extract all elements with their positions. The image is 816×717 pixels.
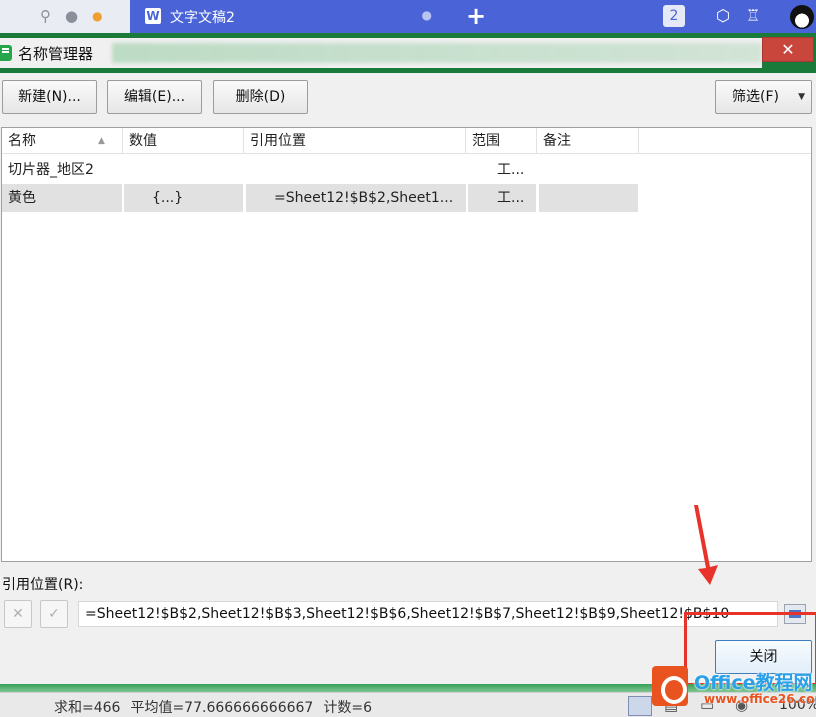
cancel-edit-icon[interactable]: ✕ xyxy=(4,600,32,628)
column-header-comment[interactable]: 备注 xyxy=(537,128,639,154)
tab-status-dot-icon[interactable]: ● xyxy=(422,8,432,22)
status-bar: 求和=466 平均值=77.666666666667 计数=6 ▤ ▭ ◉ 10… xyxy=(0,692,816,717)
column-header-value[interactable]: 数值 xyxy=(123,128,244,154)
refers-to-input[interactable]: =Sheet12!$B$2,Sheet12!$B$3,Sheet12!$B$6,… xyxy=(78,601,778,627)
browser-tab-bar: ⚲ ● ● W 文字文稿2 ● + 2 ⬡ ♖ xyxy=(0,0,816,33)
list-item-value: {...} xyxy=(152,190,184,206)
list-item-name: 切片器_地区2 xyxy=(8,162,94,178)
list-item-selected[interactable]: 黄色 {...} =Sheet12!$B$2,Sheet1... 工... xyxy=(2,184,811,212)
spreadsheet-app-icon xyxy=(0,45,12,61)
office-logo-icon xyxy=(652,666,688,706)
annotation-arrow-icon xyxy=(694,505,718,585)
refers-to-label: 引用位置(R): xyxy=(2,577,84,593)
column-header-name-label: 名称 xyxy=(8,133,36,149)
dialog-title: 名称管理器 xyxy=(18,45,94,63)
list-item-name: 黄色 xyxy=(8,190,36,206)
filter-button[interactable]: 筛选(F) ▼ xyxy=(715,80,812,114)
names-list[interactable]: 名称 ▲ 数值 引用位置 范围 备注 切片器_地区2 工... 黄色 {...}… xyxy=(1,127,812,562)
new-tab-plus-icon[interactable]: + xyxy=(466,2,486,30)
dialog-close-icon[interactable]: ✕ xyxy=(762,37,814,62)
delete-name-button[interactable]: 删除(D) xyxy=(213,80,308,114)
column-header-scope[interactable]: 范围 xyxy=(466,128,537,154)
share-icon[interactable]: ⬡ xyxy=(716,6,730,25)
window-count-badge[interactable]: 2 xyxy=(663,5,685,27)
list-item-ref: =Sheet12!$B$2,Sheet1... xyxy=(274,190,454,206)
list-item-scope: 工... xyxy=(497,190,525,206)
writer-doc-icon: W xyxy=(145,8,161,24)
confirm-edit-icon[interactable]: ✓ xyxy=(40,600,68,628)
new-name-button[interactable]: 新建(N)... xyxy=(2,80,97,114)
list-item-note xyxy=(543,156,638,184)
key-icon[interactable]: ⚲ xyxy=(40,6,51,26)
normal-view-icon[interactable] xyxy=(628,696,652,716)
sort-ascending-icon: ▲ xyxy=(98,136,105,146)
edit-name-button[interactable]: 编辑(E)... xyxy=(107,80,202,114)
list-item-value xyxy=(152,156,242,184)
list-header: 名称 ▲ 数值 引用位置 范围 备注 xyxy=(2,128,811,154)
ribbon-ghost xyxy=(112,43,762,63)
watermark-url: www.office26.com xyxy=(704,692,816,706)
tab-bar-left-icons: ⚲ ● ● xyxy=(40,6,103,26)
list-item-scope: 工... xyxy=(497,162,525,178)
bulb-icon[interactable]: ● xyxy=(65,6,78,26)
selection-stats: 求和=466 平均值=77.666666666667 计数=6 xyxy=(54,697,372,717)
stat-sum: 求和=466 xyxy=(54,700,121,716)
document-tab-title: 文字文稿2 xyxy=(170,10,235,26)
tab-bar-right: + 2 ⬡ ♖ xyxy=(448,0,816,33)
watermark-brand: Office教程网 xyxy=(694,672,813,694)
column-header-name[interactable]: 名称 ▲ xyxy=(2,128,123,154)
list-item-ref xyxy=(274,156,464,184)
filter-button-label: 筛选(F) xyxy=(732,89,779,105)
chevron-down-icon: ▼ xyxy=(798,92,805,102)
list-item-note xyxy=(543,184,638,212)
unsaved-dot-icon: ● xyxy=(92,9,103,23)
column-header-refers-to[interactable]: 引用位置 xyxy=(244,128,466,154)
collapse-dialog-icon[interactable] xyxy=(784,604,806,624)
list-item[interactable]: 切片器_地区2 工... xyxy=(2,156,811,184)
stat-count: 计数=6 xyxy=(323,700,372,716)
user-avatar[interactable] xyxy=(790,5,814,29)
stat-average: 平均值=77.666666666667 xyxy=(130,700,314,716)
document-tab[interactable]: W 文字文稿2 ● xyxy=(130,0,448,33)
dialog-title-bar: 名称管理器 xyxy=(0,38,762,68)
skin-shirt-icon[interactable]: ♖ xyxy=(746,6,760,25)
